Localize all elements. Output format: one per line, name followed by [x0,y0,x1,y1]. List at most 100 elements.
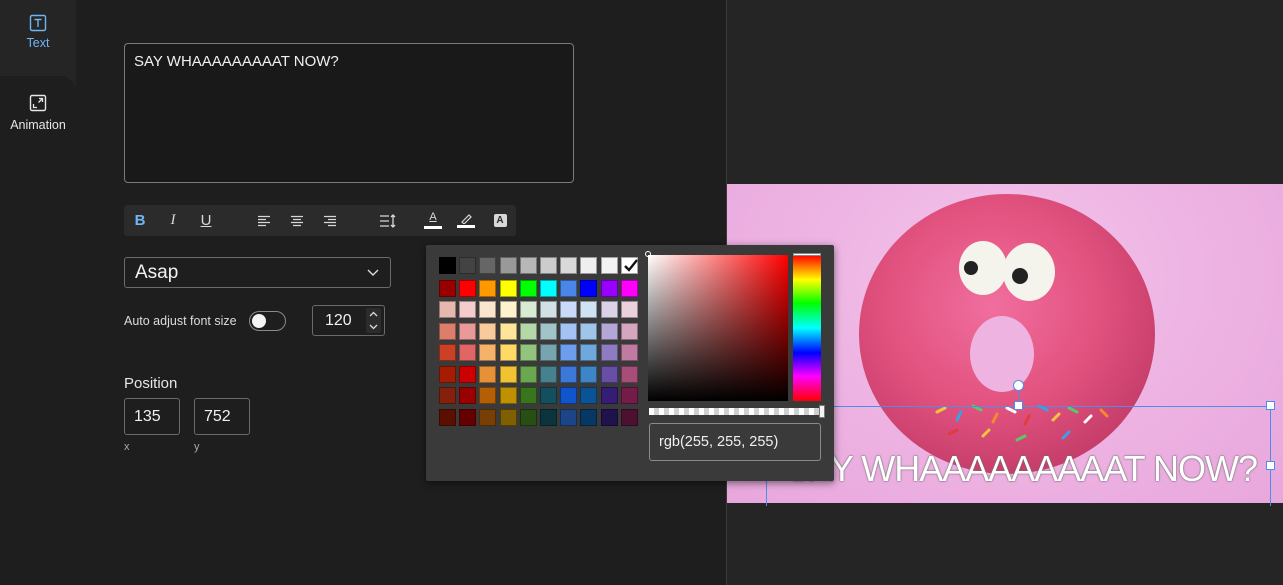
color-swatch[interactable] [540,279,557,297]
bold-button[interactable]: B [128,205,152,236]
align-right-button[interactable] [318,205,342,236]
position-x-input[interactable]: 135 [124,398,180,435]
color-swatch[interactable] [580,365,598,383]
position-y-input[interactable]: 752 [194,398,250,435]
color-swatch[interactable] [459,301,477,318]
color-swatch[interactable] [560,344,578,361]
hue-handle[interactable] [793,253,821,256]
color-value-input[interactable]: rgb(255, 255, 255) [649,423,821,461]
color-swatch-selected[interactable] [620,257,638,274]
text-content-input[interactable]: SAY WHAAAAAAAAAT NOW? [124,43,574,183]
saturation-handle[interactable] [645,251,651,257]
color-swatch[interactable] [540,257,557,274]
color-swatch[interactable] [519,257,537,274]
color-swatch[interactable] [519,344,537,361]
align-left-button[interactable] [252,205,276,236]
color-swatch[interactable] [519,301,537,318]
color-swatch[interactable] [600,365,618,383]
color-swatch[interactable] [439,408,456,426]
color-swatch[interactable] [600,344,618,361]
text-color-button[interactable]: A [421,205,445,236]
color-swatch[interactable] [459,322,477,340]
color-swatch[interactable] [459,365,477,383]
color-swatch[interactable] [479,322,497,340]
color-swatch[interactable] [519,279,537,297]
color-swatch[interactable] [540,322,557,340]
color-swatch[interactable] [600,387,618,404]
italic-button[interactable]: I [161,205,185,236]
text-background-button[interactable]: A [488,205,512,236]
color-swatch[interactable] [600,279,618,297]
color-swatch[interactable] [580,279,598,297]
color-swatch[interactable] [560,279,578,297]
color-swatch[interactable] [479,257,497,274]
color-swatch[interactable] [439,301,456,318]
color-swatch[interactable] [479,408,497,426]
color-swatch[interactable] [620,301,638,318]
color-swatch[interactable] [479,344,497,361]
color-swatch[interactable] [560,387,578,404]
color-swatch[interactable] [620,344,638,361]
color-swatch[interactable] [560,257,578,274]
color-swatch[interactable] [620,279,638,297]
color-swatch[interactable] [519,322,537,340]
color-swatch[interactable] [519,365,537,383]
color-swatch[interactable] [580,408,598,426]
sidebar-item-animation[interactable]: Animation [0,76,76,585]
color-swatch[interactable] [499,344,517,361]
color-swatch[interactable] [620,408,638,426]
color-swatch[interactable] [459,408,477,426]
color-swatch[interactable] [560,301,578,318]
color-swatch[interactable] [580,387,598,404]
saturation-area[interactable] [648,255,788,401]
color-swatch[interactable] [560,408,578,426]
selection-box[interactable] [766,406,1271,506]
color-swatch[interactable] [519,387,537,404]
color-swatch[interactable] [479,365,497,383]
hue-slider[interactable] [793,255,821,401]
color-swatch[interactable] [620,365,638,383]
color-swatch[interactable] [499,301,517,318]
color-swatch[interactable] [479,301,497,318]
color-swatch[interactable] [439,387,456,404]
color-swatch[interactable] [620,387,638,404]
rotate-handle[interactable] [1013,380,1024,391]
color-swatch[interactable] [580,322,598,340]
font-size-input[interactable]: 120 [312,305,385,336]
underline-button[interactable]: U [194,205,218,236]
alpha-slider[interactable] [649,408,824,415]
color-swatch[interactable] [439,344,456,361]
color-swatch[interactable] [580,257,598,274]
color-swatch[interactable] [560,322,578,340]
color-swatch[interactable] [499,387,517,404]
color-swatch[interactable] [499,279,517,297]
alpha-handle[interactable] [819,405,825,418]
color-swatch[interactable] [439,365,456,383]
color-swatch[interactable] [540,344,557,361]
color-swatch[interactable] [439,322,456,340]
font-size-stepper[interactable] [366,308,381,333]
color-swatch[interactable] [459,387,477,404]
resize-handle-right[interactable] [1266,461,1275,470]
resize-handle-top-right[interactable] [1266,401,1275,410]
auto-adjust-toggle[interactable] [249,311,286,331]
color-swatch[interactable] [600,301,618,318]
sidebar-item-text[interactable]: Text [0,14,76,72]
color-swatch[interactable] [439,257,456,274]
color-swatch[interactable] [439,279,456,297]
color-swatch[interactable] [580,301,598,318]
color-swatch[interactable] [540,387,557,404]
color-swatch[interactable] [540,365,557,383]
color-swatch[interactable] [600,322,618,340]
color-swatch[interactable] [540,301,557,318]
color-swatch[interactable] [459,257,477,274]
color-swatch[interactable] [540,408,557,426]
line-height-button[interactable] [376,205,400,236]
color-swatch[interactable] [499,408,517,426]
color-swatch[interactable] [499,365,517,383]
highlight-color-button[interactable] [454,205,478,236]
color-swatch[interactable] [479,387,497,404]
color-swatch[interactable] [580,344,598,361]
color-swatch[interactable] [600,408,618,426]
color-swatch[interactable] [560,365,578,383]
